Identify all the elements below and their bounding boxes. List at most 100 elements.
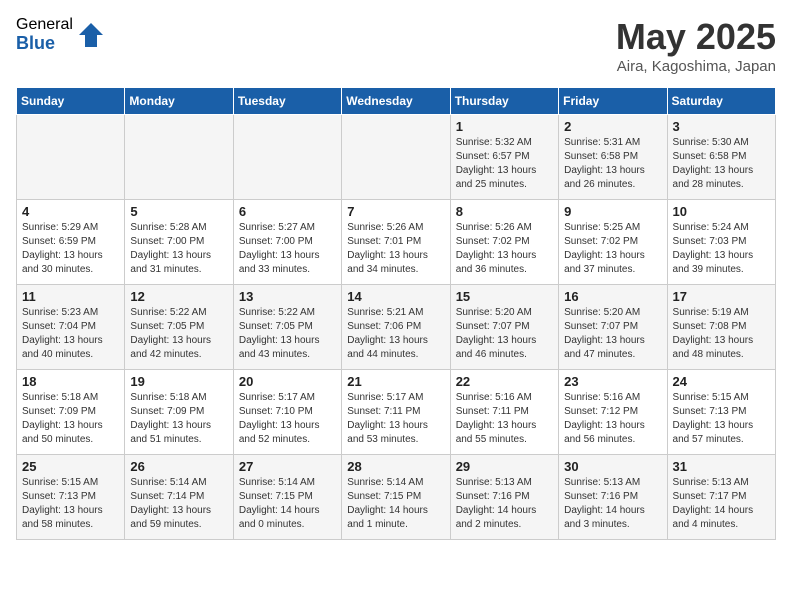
day-number: 9	[564, 204, 661, 219]
location: Aira, Kagoshima, Japan	[616, 58, 776, 75]
day-cell: 25 Sunrise: 5:15 AM Sunset: 7:13 PM Dayli…	[17, 455, 125, 540]
day-info: Sunrise: 5:16 AM Sunset: 7:11 PM Dayligh…	[456, 391, 553, 447]
day-cell: 31 Sunrise: 5:13 AM Sunset: 7:17 PM Dayli…	[667, 455, 775, 540]
day-number: 7	[347, 204, 444, 219]
logo-blue: Blue	[16, 34, 73, 54]
week-row-4: 18 Sunrise: 5:18 AM Sunset: 7:09 PM Dayli…	[17, 370, 776, 455]
day-cell: 1Sunrise: 5:32 AM Sunset: 6:57 PM Daylig…	[450, 115, 558, 200]
day-cell: 28 Sunrise: 5:14 AM Sunset: 7:15 PM Dayli…	[342, 455, 450, 540]
day-info: Sunrise: 5:15 AM Sunset: 7:13 PM Dayligh…	[22, 476, 119, 532]
day-cell: 23 Sunrise: 5:16 AM Sunset: 7:12 PM Dayli…	[559, 370, 667, 455]
day-info: Sunrise: 5:18 AM Sunset: 7:09 PM Dayligh…	[130, 391, 227, 447]
logo: General Blue	[16, 16, 105, 53]
day-number: 15	[456, 289, 553, 304]
day-headers: SundayMondayTuesdayWednesdayThursdayFrid…	[17, 88, 776, 115]
day-number: 3	[673, 119, 770, 134]
day-cell: 24 Sunrise: 5:15 AM Sunset: 7:13 PM Dayli…	[667, 370, 775, 455]
day-number: 16	[564, 289, 661, 304]
day-info: Sunrise: 5:13 AM Sunset: 7:16 PM Dayligh…	[564, 476, 661, 532]
day-cell: 14Sunrise: 5:21 AM Sunset: 7:06 PM Dayli…	[342, 285, 450, 370]
day-info: Sunrise: 5:31 AM Sunset: 6:58 PM Dayligh…	[564, 136, 661, 192]
day-cell: 29 Sunrise: 5:13 AM Sunset: 7:16 PM Dayli…	[450, 455, 558, 540]
day-header-monday: Monday	[125, 88, 233, 115]
day-cell: 17 Sunrise: 5:19 AM Sunset: 7:08 PM Dayli…	[667, 285, 775, 370]
day-info: Sunrise: 5:27 AM Sunset: 7:00 PM Dayligh…	[239, 221, 336, 277]
day-cell: 3Sunrise: 5:30 AM Sunset: 6:58 PM Daylig…	[667, 115, 775, 200]
calendar-table: SundayMondayTuesdayWednesdayThursdayFrid…	[16, 87, 776, 540]
day-number: 22	[456, 374, 553, 389]
day-info: Sunrise: 5:24 AM Sunset: 7:03 PM Dayligh…	[673, 221, 770, 277]
day-number: 27	[239, 459, 336, 474]
day-info: Sunrise: 5:19 AM Sunset: 7:08 PM Dayligh…	[673, 306, 770, 362]
day-number: 23	[564, 374, 661, 389]
day-number: 12	[130, 289, 227, 304]
day-info: Sunrise: 5:16 AM Sunset: 7:12 PM Dayligh…	[564, 391, 661, 447]
day-number: 10	[673, 204, 770, 219]
day-number: 31	[673, 459, 770, 474]
day-cell: 5 Sunrise: 5:28 AM Sunset: 7:00 PM Daylig…	[125, 200, 233, 285]
day-number: 13	[239, 289, 336, 304]
day-info: Sunrise: 5:26 AM Sunset: 7:02 PM Dayligh…	[456, 221, 553, 277]
day-number: 24	[673, 374, 770, 389]
day-number: 5	[130, 204, 227, 219]
day-info: Sunrise: 5:13 AM Sunset: 7:17 PM Dayligh…	[673, 476, 770, 532]
day-number: 6	[239, 204, 336, 219]
day-number: 20	[239, 374, 336, 389]
day-cell: 30 Sunrise: 5:13 AM Sunset: 7:16 PM Dayli…	[559, 455, 667, 540]
day-info: Sunrise: 5:17 AM Sunset: 7:11 PM Dayligh…	[347, 391, 444, 447]
day-cell: 19 Sunrise: 5:18 AM Sunset: 7:09 PM Dayli…	[125, 370, 233, 455]
day-number: 25	[22, 459, 119, 474]
day-cell: 13 Sunrise: 5:22 AM Sunset: 7:05 PM Dayli…	[233, 285, 341, 370]
day-info: Sunrise: 5:14 AM Sunset: 7:15 PM Dayligh…	[347, 476, 444, 532]
day-header-wednesday: Wednesday	[342, 88, 450, 115]
day-number: 30	[564, 459, 661, 474]
page-header: General Blue May 2025 Aira, Kagoshima, J…	[16, 16, 776, 75]
day-number: 4	[22, 204, 119, 219]
day-cell: 21Sunrise: 5:17 AM Sunset: 7:11 PM Dayli…	[342, 370, 450, 455]
day-header-friday: Friday	[559, 88, 667, 115]
day-header-saturday: Saturday	[667, 88, 775, 115]
month-title: May 2025	[616, 16, 776, 58]
day-info: Sunrise: 5:28 AM Sunset: 7:00 PM Dayligh…	[130, 221, 227, 277]
day-cell: 2Sunrise: 5:31 AM Sunset: 6:58 PM Daylig…	[559, 115, 667, 200]
logo-general: General	[16, 16, 73, 34]
day-cell: 26Sunrise: 5:14 AM Sunset: 7:14 PM Dayli…	[125, 455, 233, 540]
day-info: Sunrise: 5:29 AM Sunset: 6:59 PM Dayligh…	[22, 221, 119, 277]
day-number: 19	[130, 374, 227, 389]
day-header-tuesday: Tuesday	[233, 88, 341, 115]
day-cell	[342, 115, 450, 200]
day-info: Sunrise: 5:15 AM Sunset: 7:13 PM Dayligh…	[673, 391, 770, 447]
day-number: 29	[456, 459, 553, 474]
day-info: Sunrise: 5:13 AM Sunset: 7:16 PM Dayligh…	[456, 476, 553, 532]
week-row-2: 4 Sunrise: 5:29 AM Sunset: 6:59 PM Daylig…	[17, 200, 776, 285]
day-number: 17	[673, 289, 770, 304]
day-info: Sunrise: 5:22 AM Sunset: 7:05 PM Dayligh…	[130, 306, 227, 362]
day-number: 26	[130, 459, 227, 474]
day-cell: 18 Sunrise: 5:18 AM Sunset: 7:09 PM Dayli…	[17, 370, 125, 455]
week-row-3: 11 Sunrise: 5:23 AM Sunset: 7:04 PM Dayli…	[17, 285, 776, 370]
day-cell: 15Sunrise: 5:20 AM Sunset: 7:07 PM Dayli…	[450, 285, 558, 370]
logo-icon	[77, 21, 105, 49]
day-header-thursday: Thursday	[450, 88, 558, 115]
day-number: 14	[347, 289, 444, 304]
day-cell	[125, 115, 233, 200]
day-cell: 7Sunrise: 5:26 AM Sunset: 7:01 PM Daylig…	[342, 200, 450, 285]
day-cell: 16 Sunrise: 5:20 AM Sunset: 7:07 PM Dayli…	[559, 285, 667, 370]
day-number: 28	[347, 459, 444, 474]
week-row-5: 25 Sunrise: 5:15 AM Sunset: 7:13 PM Dayli…	[17, 455, 776, 540]
day-info: Sunrise: 5:18 AM Sunset: 7:09 PM Dayligh…	[22, 391, 119, 447]
day-cell: 12 Sunrise: 5:22 AM Sunset: 7:05 PM Dayli…	[125, 285, 233, 370]
day-cell: 4 Sunrise: 5:29 AM Sunset: 6:59 PM Daylig…	[17, 200, 125, 285]
day-cell: 10 Sunrise: 5:24 AM Sunset: 7:03 PM Dayli…	[667, 200, 775, 285]
day-cell: 27Sunrise: 5:14 AM Sunset: 7:15 PM Dayli…	[233, 455, 341, 540]
day-number: 8	[456, 204, 553, 219]
day-cell	[233, 115, 341, 200]
day-cell: 11 Sunrise: 5:23 AM Sunset: 7:04 PM Dayli…	[17, 285, 125, 370]
day-info: Sunrise: 5:23 AM Sunset: 7:04 PM Dayligh…	[22, 306, 119, 362]
day-info: Sunrise: 5:20 AM Sunset: 7:07 PM Dayligh…	[564, 306, 661, 362]
day-cell: 9Sunrise: 5:25 AM Sunset: 7:02 PM Daylig…	[559, 200, 667, 285]
day-info: Sunrise: 5:22 AM Sunset: 7:05 PM Dayligh…	[239, 306, 336, 362]
day-number: 18	[22, 374, 119, 389]
day-cell	[17, 115, 125, 200]
day-number: 11	[22, 289, 119, 304]
